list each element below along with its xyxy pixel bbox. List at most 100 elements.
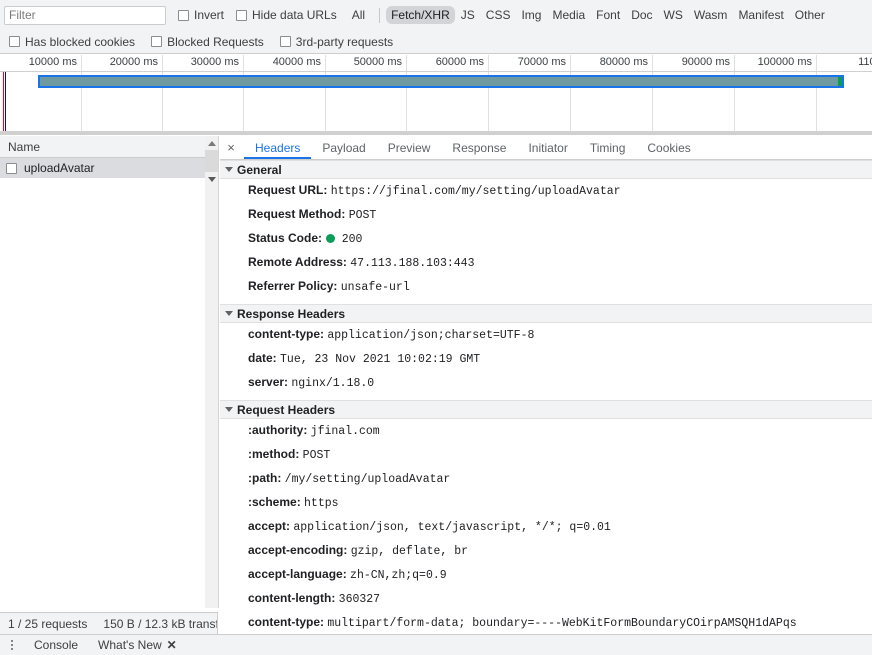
drawer-tab-whats-new[interactable]: What's New xyxy=(88,638,165,652)
resource-type-wasm[interactable]: Wasm xyxy=(689,6,733,24)
has-blocked-cookies-label: Has blocked cookies xyxy=(25,34,136,49)
timeline-gridline xyxy=(734,55,735,135)
header-name: date: xyxy=(248,351,277,365)
section-header-response-headers[interactable]: Response Headers xyxy=(220,304,872,323)
scrollbar-thumb[interactable] xyxy=(205,150,218,172)
header-name: Request URL: xyxy=(248,183,328,197)
tab-response[interactable]: Response xyxy=(441,136,517,159)
header-value: https xyxy=(304,497,339,510)
resource-type-other[interactable]: Other xyxy=(790,6,830,24)
header-row: :scheme: https xyxy=(220,491,872,515)
timeline-tick-label: 110000 xyxy=(858,56,872,68)
drawer-tab-console[interactable]: Console xyxy=(24,638,88,652)
chevron-down-icon[interactable] xyxy=(225,311,233,316)
blocked-requests-checkbox[interactable]: Blocked Requests xyxy=(151,35,264,49)
header-row: content-length: 360327 xyxy=(220,587,872,611)
chevron-down-icon[interactable] xyxy=(225,407,233,412)
filter-input[interactable] xyxy=(4,5,166,25)
header-row: Remote Address: 47.113.188.103:443 xyxy=(220,251,872,275)
header-row: server: nginx/1.18.0 xyxy=(220,371,872,395)
resource-type-img[interactable]: Img xyxy=(516,6,546,24)
request-timing-bar[interactable] xyxy=(38,75,844,88)
request-row-checkbox[interactable] xyxy=(6,162,17,174)
resource-type-fetch-xhr[interactable]: Fetch/XHR xyxy=(386,6,455,24)
close-icon[interactable]: ✕ xyxy=(167,638,177,652)
resource-type-media[interactable]: Media xyxy=(547,6,590,24)
drawer-tabbar: Console What's New ✕ xyxy=(0,634,872,655)
tab-preview[interactable]: Preview xyxy=(377,136,442,159)
third-party-requests-label: 3rd-party requests xyxy=(295,34,394,49)
network-filter-toolbar-secondary: Has blocked cookies Blocked Requests 3rd… xyxy=(0,30,872,54)
header-value: POST xyxy=(348,209,377,222)
invert-checkbox[interactable]: Invert xyxy=(178,8,224,22)
resource-type-ws[interactable]: WS xyxy=(659,6,688,24)
resource-type-css[interactable]: CSS xyxy=(481,6,516,24)
header-value: zh-CN,zh;q=0.9 xyxy=(350,569,447,582)
third-party-requests-checkbox-box[interactable] xyxy=(279,36,291,47)
timeline-gridline xyxy=(406,55,407,135)
header-value: jfinal.com xyxy=(310,425,380,438)
blocked-requests-checkbox-box[interactable] xyxy=(151,36,163,47)
tab-initiator[interactable]: Initiator xyxy=(517,136,578,159)
table-row[interactable]: uploadAvatar xyxy=(0,158,205,178)
request-row-name: uploadAvatar xyxy=(24,161,95,175)
timeline-gridline xyxy=(325,55,326,135)
header-row: content-type: multipart/form-data; bound… xyxy=(220,611,872,632)
header-value: Tue, 23 Nov 2021 10:02:19 GMT xyxy=(280,353,481,366)
section-header-general[interactable]: General xyxy=(220,160,872,179)
chevron-down-icon[interactable] xyxy=(225,167,233,172)
header-value: unsafe-url xyxy=(340,281,410,294)
has-blocked-cookies-checkbox[interactable]: Has blocked cookies xyxy=(9,35,135,49)
scroll-down-arrow-icon[interactable] xyxy=(205,172,218,186)
overview-resize-handle[interactable] xyxy=(0,131,872,135)
resource-type-doc[interactable]: Doc xyxy=(626,6,657,24)
dom-content-loaded-marker xyxy=(3,72,4,133)
header-value: nginx/1.18.0 xyxy=(291,377,375,390)
timeline-tick-label: 20000 ms xyxy=(109,56,158,68)
close-icon[interactable]: × xyxy=(220,141,242,154)
timeline-tick-label: 100000 ms xyxy=(757,56,812,68)
tab-cookies[interactable]: Cookies xyxy=(636,136,701,159)
third-party-requests-checkbox[interactable]: 3rd-party requests xyxy=(279,34,394,49)
header-name: Status Code: xyxy=(248,231,323,245)
has-blocked-cookies-checkbox-box[interactable] xyxy=(9,36,20,47)
invert-checkbox-box[interactable] xyxy=(178,9,189,21)
header-value: application/json;charset=UTF-8 xyxy=(327,329,535,342)
timeline-tick-label: 80000 ms xyxy=(599,56,648,68)
header-row: :authority: jfinal.com xyxy=(220,419,872,443)
timeline-gridline xyxy=(243,55,244,135)
timeline-tick-label: 30000 ms xyxy=(190,56,239,68)
header-row: :path: /my/setting/uploadAvatar xyxy=(220,467,872,491)
header-name: accept-encoding: xyxy=(248,543,348,557)
more-options-icon[interactable] xyxy=(0,640,24,650)
request-list-column-header[interactable]: Name xyxy=(0,136,205,158)
hide-data-urls-checkbox-box[interactable] xyxy=(236,9,248,21)
section-header-request-headers[interactable]: Request Headers xyxy=(220,400,872,419)
header-value: multipart/form-data; boundary=----WebKit… xyxy=(327,617,797,630)
request-details-pane: × Headers Payload Preview Response Initi… xyxy=(220,136,872,632)
header-name: Request Method: xyxy=(248,207,346,221)
tab-headers[interactable]: Headers xyxy=(244,136,312,159)
status-ok-icon xyxy=(326,234,336,243)
section-title-request-headers: Request Headers xyxy=(237,402,336,417)
header-name: content-length: xyxy=(248,591,336,605)
resource-type-manifest[interactable]: Manifest xyxy=(733,6,788,24)
header-name: :scheme: xyxy=(248,495,301,509)
resource-type-js[interactable]: JS xyxy=(456,6,480,24)
header-value: 360327 xyxy=(338,593,381,606)
request-list-scrollbar[interactable] xyxy=(205,136,219,608)
resource-type-font[interactable]: Font xyxy=(591,6,625,24)
header-row: Request Method: POST xyxy=(220,203,872,227)
scroll-up-arrow-icon[interactable] xyxy=(205,136,218,150)
timeline-tick-label: 50000 ms xyxy=(353,56,402,68)
resource-type-all[interactable]: All xyxy=(347,6,370,24)
header-row: accept: application/json, text/javascrip… xyxy=(220,515,872,539)
header-value[interactable]: https://jfinal.com/my/setting/uploadAvat… xyxy=(331,185,621,198)
tab-payload[interactable]: Payload xyxy=(311,136,376,159)
hide-data-urls-checkbox[interactable]: Hide data URLs xyxy=(236,8,337,22)
column-header-name: Name xyxy=(8,139,41,154)
tab-timing[interactable]: Timing xyxy=(579,136,637,159)
network-overview-timeline[interactable]: 10000 ms 20000 ms 30000 ms 40000 ms 5000… xyxy=(0,55,872,135)
header-name: Remote Address: xyxy=(248,255,347,269)
timeline-ruler-baseline xyxy=(0,71,872,72)
